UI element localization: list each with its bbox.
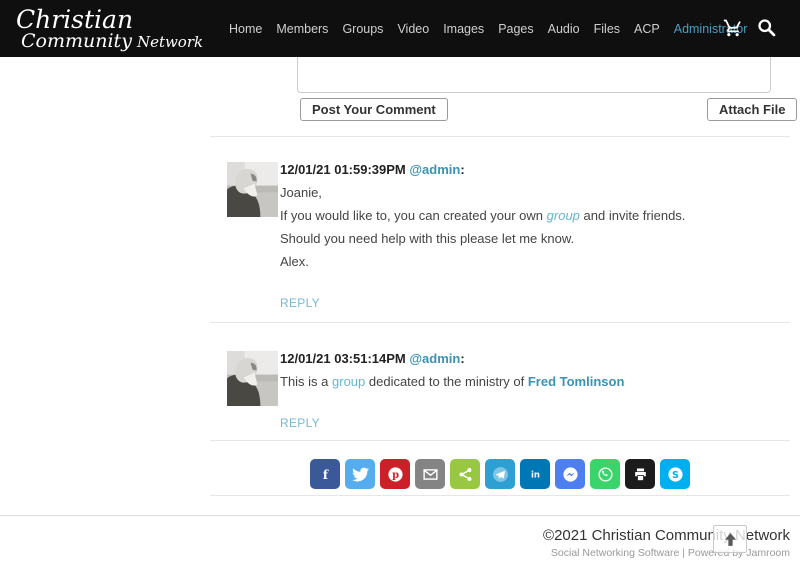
logo-text-community: Community <box>21 30 132 52</box>
nav-item-members[interactable]: Members <box>276 22 328 36</box>
share-buttons-row: f p in S <box>210 459 790 489</box>
skype-icon: S <box>667 466 684 483</box>
site-header: Christian Community Network Home Members Gr… <box>0 0 800 57</box>
nav-item-home[interactable]: Home <box>229 22 262 36</box>
arrow-up-icon <box>723 532 738 547</box>
facebook-icon: f <box>317 466 334 483</box>
twitter-share-button[interactable] <box>345 459 375 489</box>
logo-text-network: Network <box>137 33 203 51</box>
author-link[interactable]: @admin <box>409 162 460 177</box>
author-link[interactable]: @admin <box>409 351 460 366</box>
page-footer: ©2021 Christian Community Network Social… <box>0 515 800 567</box>
messenger-share-button[interactable] <box>555 459 585 489</box>
email-share-button[interactable] <box>415 459 445 489</box>
svg-text:in: in <box>531 470 540 480</box>
software-label: Social Networking Software <box>551 547 679 559</box>
svg-text:S: S <box>672 470 679 481</box>
divider <box>210 495 790 496</box>
print-icon <box>632 466 649 483</box>
nav-item-images[interactable]: Images <box>443 22 484 36</box>
pinterest-icon: p <box>387 466 404 483</box>
nav-item-pages[interactable]: Pages <box>498 22 533 36</box>
cart-button[interactable] <box>723 18 743 38</box>
comment-text: If you would like to, you can created yo… <box>280 207 767 225</box>
share-icon <box>457 466 474 483</box>
main-nav: Home Members Groups Video Images Pages Audio Fi… <box>229 0 747 57</box>
site-logo[interactable]: Christian Community Network <box>16 7 203 51</box>
logo-text-christian: Christian <box>16 7 203 32</box>
whatsapp-icon <box>597 466 614 483</box>
telegram-share-button[interactable] <box>485 459 515 489</box>
comment-timestamp: 12/01/21 01:59:39PM <box>280 162 409 177</box>
print-share-button[interactable] <box>625 459 655 489</box>
cart-icon <box>723 18 743 38</box>
powered-by-text: Social Networking Software | Powered by … <box>0 547 790 559</box>
svg-text:f: f <box>322 467 328 481</box>
whatsapp-share-button[interactable] <box>590 459 620 489</box>
fred-tomlinson-link[interactable]: Fred Tomlinson <box>528 374 625 389</box>
comment-meta: 12/01/21 01:59:39PM @admin: <box>280 161 767 179</box>
linkedin-share-button[interactable]: in <box>520 459 550 489</box>
search-icon <box>756 17 777 38</box>
nav-item-video[interactable]: Video <box>397 22 429 36</box>
jamroom-link[interactable]: Jamroom <box>746 547 790 559</box>
comment-text: This is a group dedicated to the ministr… <box>280 373 767 391</box>
copyright-text: ©2021 Christian Community Network <box>0 527 790 544</box>
twitter-icon <box>352 466 369 483</box>
group-link[interactable]: group <box>332 374 365 389</box>
svg-text:p: p <box>392 470 399 481</box>
nav-item-acp[interactable]: ACP <box>634 22 660 36</box>
attach-file-button[interactable]: Attach File <box>707 98 797 121</box>
nav-item-groups[interactable]: Groups <box>342 22 383 36</box>
divider <box>210 136 790 137</box>
comment-text: Should you need help with this please le… <box>280 230 767 248</box>
divider <box>210 440 790 441</box>
footer-separator: | <box>679 547 688 559</box>
skype-share-button[interactable]: S <box>660 459 690 489</box>
nav-item-files[interactable]: Files <box>594 22 620 36</box>
meta-colon: : <box>460 351 464 366</box>
meta-colon: : <box>460 162 464 177</box>
email-icon <box>422 466 439 483</box>
avatar[interactable] <box>227 351 278 406</box>
search-button[interactable] <box>756 17 777 38</box>
pinterest-share-button[interactable]: p <box>380 459 410 489</box>
comment-text: Alex. <box>280 253 767 271</box>
avatar[interactable] <box>227 162 278 217</box>
group-link[interactable]: group <box>547 208 580 223</box>
messenger-icon <box>562 466 579 483</box>
facebook-share-button[interactable]: f <box>310 459 340 489</box>
share-share-button[interactable] <box>450 459 480 489</box>
comment-meta: 12/01/21 03:51:14PM @admin: <box>280 350 767 368</box>
reply-link[interactable]: REPLY <box>280 416 320 430</box>
nav-item-audio[interactable]: Audio <box>548 22 580 36</box>
divider <box>210 322 790 323</box>
comment-text: Joanie, <box>280 184 767 202</box>
scroll-to-top-button[interactable] <box>713 525 747 553</box>
comment-timestamp: 12/01/21 03:51:14PM <box>280 351 409 366</box>
post-comment-button[interactable]: Post Your Comment <box>300 98 448 121</box>
telegram-icon <box>492 466 509 483</box>
comment: 12/01/21 01:59:39PM @admin: Joanie, If you… <box>227 160 767 310</box>
reply-link[interactable]: REPLY <box>280 296 320 310</box>
linkedin-icon: in <box>527 466 544 483</box>
comment: 12/01/21 03:51:14PM @admin: This is a gro… <box>227 349 767 430</box>
